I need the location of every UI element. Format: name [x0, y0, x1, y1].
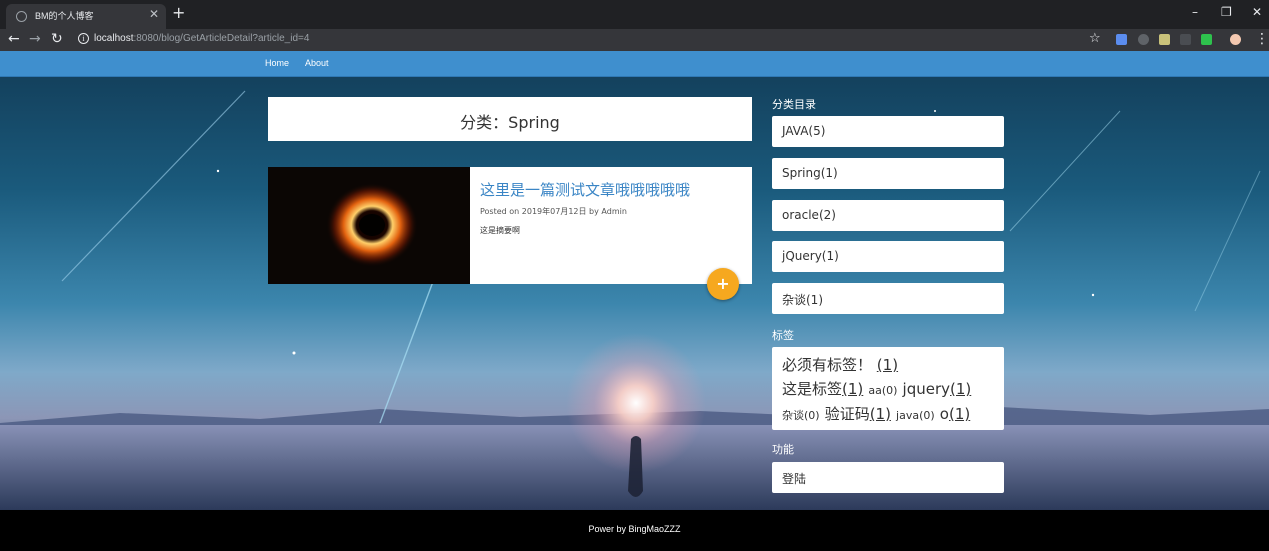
tag-link[interactable]: 杂谈(0) [782, 409, 820, 422]
category-item[interactable]: 杂谈(1) [772, 283, 1004, 314]
category-item[interactable]: jQuery(1) [772, 241, 1004, 272]
menu-kebab-icon[interactable]: ⋮ [1255, 32, 1269, 46]
nav-home-link[interactable]: Home [265, 58, 289, 68]
tag-cloud: 必须有标签！ (1) 这是标签(1) aa(0) jquery(1) 杂谈(0)… [772, 347, 1004, 430]
bookmark-star-icon[interactable]: ☆ [1089, 31, 1101, 46]
tag-link[interactable]: aa(0) [868, 384, 897, 397]
extension-icon[interactable] [1138, 34, 1149, 45]
category-item[interactable]: JAVA(5) [772, 116, 1004, 147]
article-title-link[interactable]: 这里是一篇测试文章哦哦哦哦哦 [480, 179, 690, 200]
login-link[interactable]: 登陆 [772, 462, 1004, 493]
address-bar[interactable]: i localhost:8080/blog/GetArticleDetail?a… [72, 30, 1112, 49]
globe-icon [16, 11, 27, 22]
categories-label: 分类目录 [772, 98, 816, 111]
category-item[interactable]: Spring(1) [772, 158, 1004, 189]
reload-icon[interactable]: ↻ [51, 31, 63, 47]
category-heading: 分类：Spring [460, 113, 560, 132]
article-meta: Posted on 2019年07月12日 by Admin [480, 207, 627, 216]
back-arrow-icon[interactable]: ← [8, 31, 20, 47]
tag-link[interactable]: 验证码(1) [825, 405, 891, 423]
tag-link[interactable]: o(1) [940, 405, 970, 423]
expand-article-button[interactable]: + [707, 268, 739, 300]
restore-icon[interactable]: ❐ [1221, 5, 1232, 19]
category-heading-panel: 分类：Spring [268, 97, 752, 141]
browser-tab-bar: BM的个人博客 ✕ + – ❐ ✕ [0, 0, 1269, 29]
tags-label: 标签 [772, 329, 794, 342]
forward-arrow-icon[interactable]: → [29, 31, 41, 47]
window-close-icon[interactable]: ✕ [1252, 5, 1262, 19]
article-card: 这里是一篇测试文章哦哦哦哦哦 Posted on 2019年07月12日 by … [268, 167, 752, 284]
extension-icon[interactable] [1159, 34, 1170, 45]
new-tab-button[interactable]: + [172, 4, 185, 22]
category-item[interactable]: oracle(2) [772, 200, 1004, 231]
extension-icon[interactable] [1201, 34, 1212, 45]
url-text[interactable]: localhost:8080/blog/GetArticleDetail?art… [94, 33, 309, 44]
article-thumbnail[interactable] [268, 167, 470, 284]
browser-tab[interactable]: BM的个人博客 ✕ [6, 4, 166, 29]
article-summary: 这是摘要啊 [480, 226, 520, 235]
tag-link[interactable]: 必须有标签！ (1) [782, 356, 898, 374]
tag-link[interactable]: jquery(1) [903, 380, 972, 398]
nav-about-link[interactable]: About [305, 58, 329, 68]
tab-title: BM的个人博客 [35, 11, 94, 21]
browser-toolbar: ← → ↻ i localhost:8080/blog/GetArticleDe… [0, 29, 1269, 51]
site-navbar: Home About [0, 51, 1269, 77]
extension-icon[interactable] [1180, 34, 1191, 45]
tag-link[interactable]: 这是标签(1) [782, 380, 863, 398]
footer-text: Power by BingMaoZZZ [588, 524, 681, 534]
profile-avatar-icon[interactable] [1230, 34, 1241, 45]
tag-link[interactable]: java(0) [896, 409, 935, 422]
tab-close-icon[interactable]: ✕ [149, 7, 159, 21]
minimize-icon[interactable]: – [1192, 5, 1198, 19]
page-viewport: Home About 分类：Spring 这里是一篇测试文章哦哦哦哦哦 Post… [0, 51, 1269, 551]
functions-label: 功能 [772, 443, 794, 456]
site-footer: Power by BingMaoZZZ [0, 510, 1269, 551]
extension-icon[interactable] [1116, 34, 1127, 45]
info-icon[interactable]: i [78, 33, 89, 44]
